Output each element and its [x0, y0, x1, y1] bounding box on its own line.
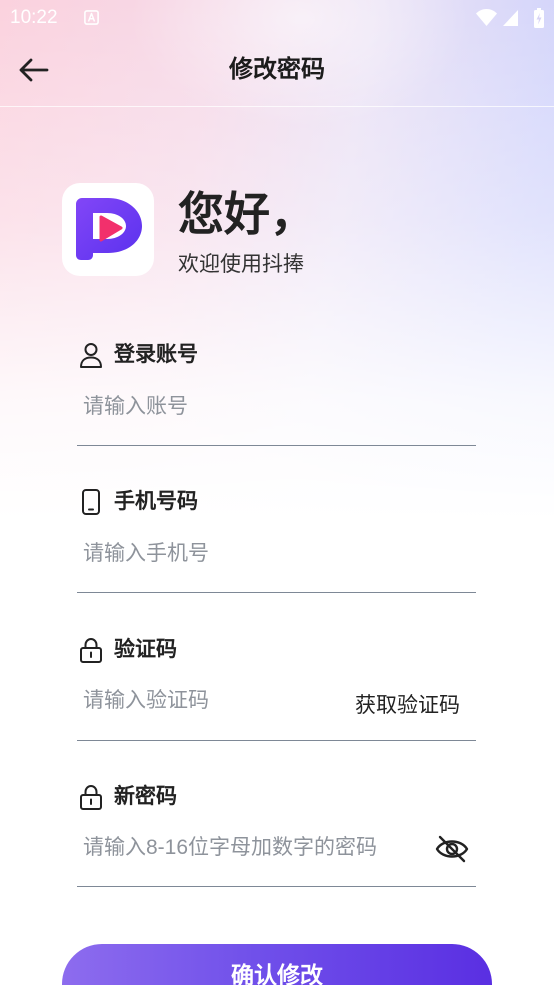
status-bar: 10:22: [0, 0, 554, 34]
phone-underline: [77, 592, 476, 593]
new-password-underline: [77, 886, 476, 887]
account-label: 登录账号: [114, 343, 198, 366]
page-title: 修改密码: [229, 56, 325, 83]
lock-icon: [80, 637, 102, 663]
confirm-change-label: 确认修改: [231, 962, 323, 985]
phone-icon: [82, 489, 100, 515]
status-time: 10:22: [10, 7, 58, 28]
app-logo-icon: [76, 198, 142, 260]
account-input[interactable]: [83, 393, 463, 421]
account-underline: [77, 445, 476, 446]
password-visibility-toggle[interactable]: [434, 834, 470, 864]
confirm-change-button[interactable]: 确认修改: [62, 944, 492, 985]
lock-icon: [80, 784, 102, 810]
battery-charging-icon: [534, 8, 544, 28]
new-password-label: 新密码: [114, 785, 177, 808]
notification-a-icon: [84, 10, 99, 25]
get-code-button[interactable]: 获取验证码: [355, 692, 460, 720]
code-input[interactable]: [83, 687, 343, 715]
greeting-heading: 您好，: [178, 188, 316, 240]
header-divider: [0, 106, 554, 107]
app-logo: [62, 183, 154, 276]
user-icon: [80, 343, 102, 368]
code-underline: [77, 740, 476, 741]
eye-off-icon: [435, 835, 469, 863]
welcome-subtitle: 欢迎使用抖捧: [178, 253, 304, 276]
phone-input[interactable]: [83, 540, 463, 568]
code-label: 验证码: [114, 638, 177, 661]
change-password-screen: 10:22 修改密码 您好， 欢迎使用抖捧 登录账号 请输入账号 手机号码 请输…: [0, 0, 554, 985]
new-password-input[interactable]: [83, 834, 423, 862]
cellular-signal-icon: [503, 10, 518, 26]
phone-label: 手机号码: [114, 490, 198, 513]
wifi-icon: [476, 9, 497, 26]
